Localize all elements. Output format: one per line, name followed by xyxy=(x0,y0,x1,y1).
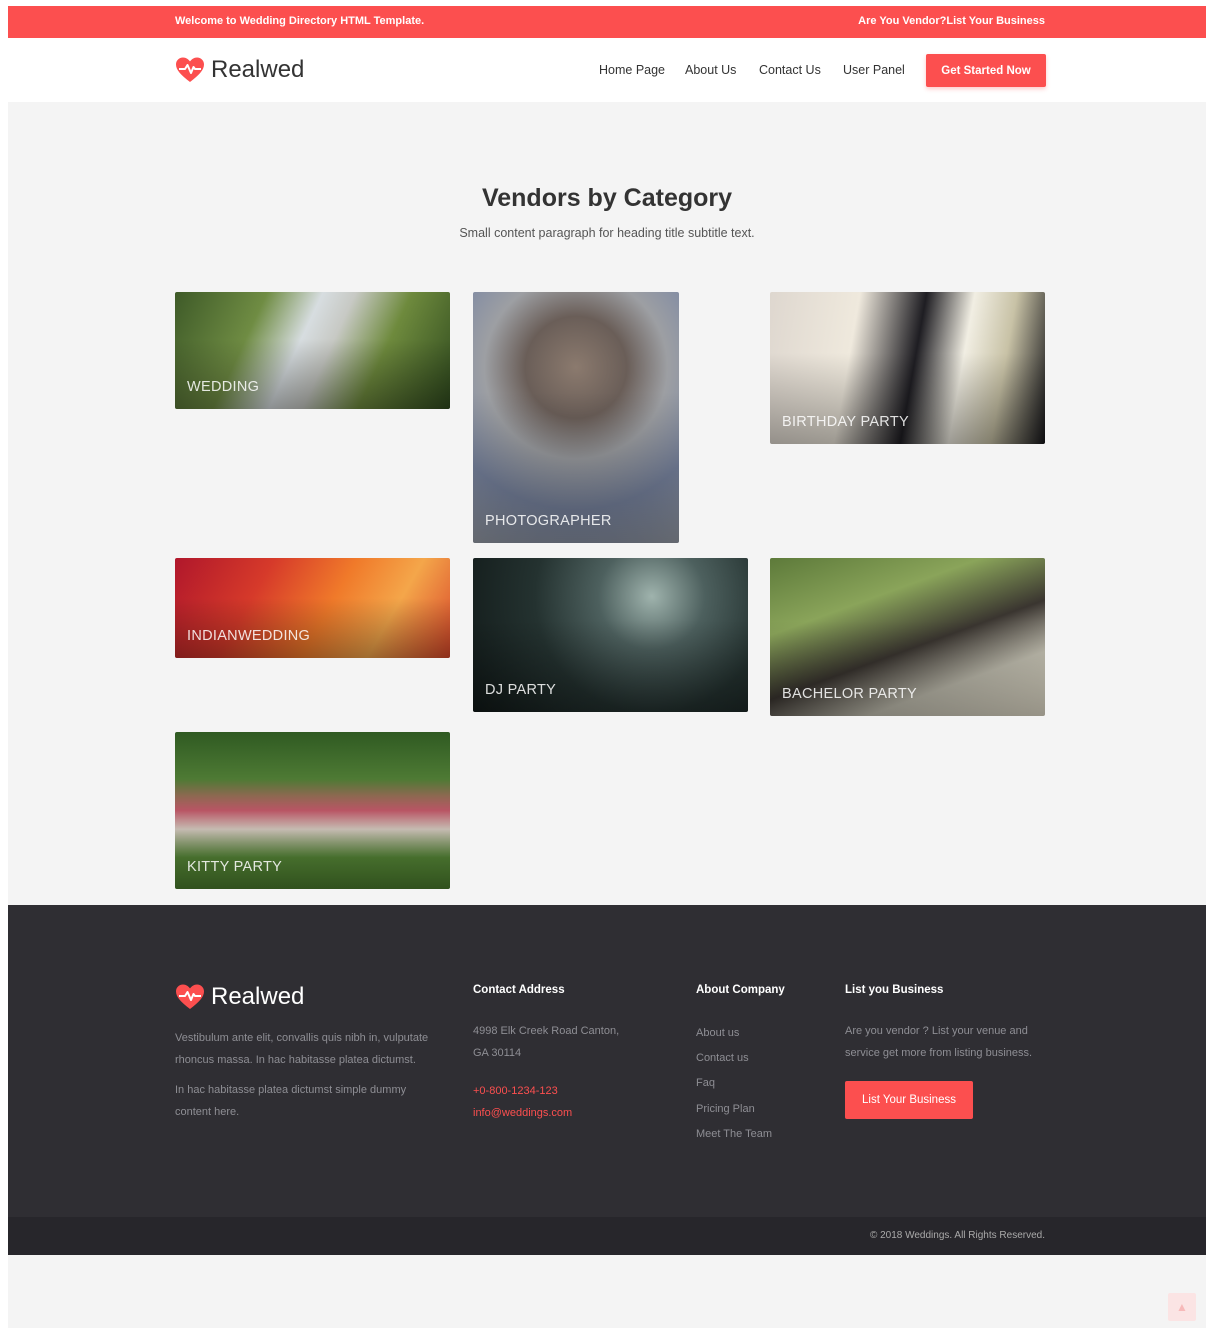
heart-logo-icon xyxy=(176,57,204,82)
section-title: Vendors by Category xyxy=(481,184,733,212)
footer-link-faq[interactable]: Faq xyxy=(696,1077,715,1089)
page: Welcome to Wedding Directory HTML Templa… xyxy=(8,6,1206,1328)
category-card-bachelor-party[interactable]: BACHELOR PARTY xyxy=(770,558,1045,716)
category-label: BIRTHDAY PARTY xyxy=(782,414,909,430)
category-card-dj-party[interactable]: DJ PARTY xyxy=(473,558,748,712)
category-card-photographer[interactable]: PHOTOGRAPHER xyxy=(473,292,679,543)
category-label: DJ PARTY xyxy=(485,682,557,698)
nav-user-panel[interactable]: User Panel xyxy=(843,63,905,77)
top-bar: Welcome to Wedding Directory HTML Templa… xyxy=(8,6,1206,38)
chevron-up-icon: ▲ xyxy=(1176,1300,1188,1314)
category-label: PHOTOGRAPHER xyxy=(485,513,612,529)
category-card-birthday-party[interactable]: BIRTHDAY PARTY xyxy=(770,292,1045,444)
back-to-top-button[interactable]: ▲ xyxy=(1168,1293,1196,1321)
category-label: INDIANWEDDING xyxy=(187,628,311,644)
heart-logo-icon xyxy=(176,984,204,1009)
footer-about-text-2: In hac habitasse platea dictumst simple … xyxy=(175,1084,407,1118)
section-subtitle: Small content paragraph for heading titl… xyxy=(459,226,755,240)
list-business-text: Are you vendor ? List your venue and ser… xyxy=(845,1025,1033,1059)
category-label: WEDDING xyxy=(187,379,260,395)
category-card-kitty-party[interactable]: KITTY PARTY xyxy=(175,732,450,889)
category-label: BACHELOR PARTY xyxy=(782,686,918,702)
category-label: KITTY PARTY xyxy=(187,859,283,875)
footer-brand-logo[interactable]: Realwed xyxy=(175,983,304,1011)
nav-home-page[interactable]: Home Page xyxy=(599,63,665,77)
footer-bottom-bar: © 2018 Weddings. All Rights Reserved. xyxy=(8,1217,1206,1255)
brand-logo[interactable]: Realwed xyxy=(175,56,304,84)
copyright-text: © 2018 Weddings. All Rights Reserved. xyxy=(869,1230,1045,1241)
welcome-text: Welcome to Wedding Directory HTML Templa… xyxy=(175,15,425,27)
footer-link-contact-us[interactable]: Contact us xyxy=(696,1052,749,1064)
list-your-business-button[interactable]: List Your Business xyxy=(845,1081,973,1119)
footer-link-about-us[interactable]: About us xyxy=(696,1027,739,1039)
contact-heading: Contact Address xyxy=(473,984,565,996)
category-card-wedding[interactable]: WEDDING xyxy=(175,292,450,409)
contact-address: 4998 Elk Creek Road Canton, GA 30114 xyxy=(473,1025,620,1059)
nav-about-us[interactable]: About Us xyxy=(685,63,736,77)
footer-brand-name: Realwed xyxy=(211,983,305,1010)
list-business-heading: List you Business xyxy=(845,984,944,996)
contact-email-link[interactable]: info@weddings.com xyxy=(473,1107,572,1119)
contact-phone-link[interactable]: +0-800-1234-123 xyxy=(473,1085,558,1097)
footer-link-meet-the-team[interactable]: Meet The Team xyxy=(696,1128,772,1140)
nav-contact-us[interactable]: Contact Us xyxy=(759,63,821,77)
site-footer: Realwed Vestibulum ante elit, convallis … xyxy=(8,905,1206,1217)
footer-link-pricing-plan[interactable]: Pricing Plan xyxy=(696,1103,755,1115)
category-card-indianwedding[interactable]: INDIANWEDDING xyxy=(175,558,450,658)
brand-name: Realwed xyxy=(211,56,305,83)
get-started-button[interactable]: Get Started Now xyxy=(926,54,1046,87)
company-heading: About Company xyxy=(696,984,785,996)
footer-about-text-1: Vestibulum ante elit, convallis quis nib… xyxy=(175,1032,429,1066)
vendor-signup-link[interactable]: Are You Vendor?List Your Business xyxy=(858,15,1045,27)
site-header: Realwed Home Page About Us Contact Us Us… xyxy=(8,38,1206,102)
